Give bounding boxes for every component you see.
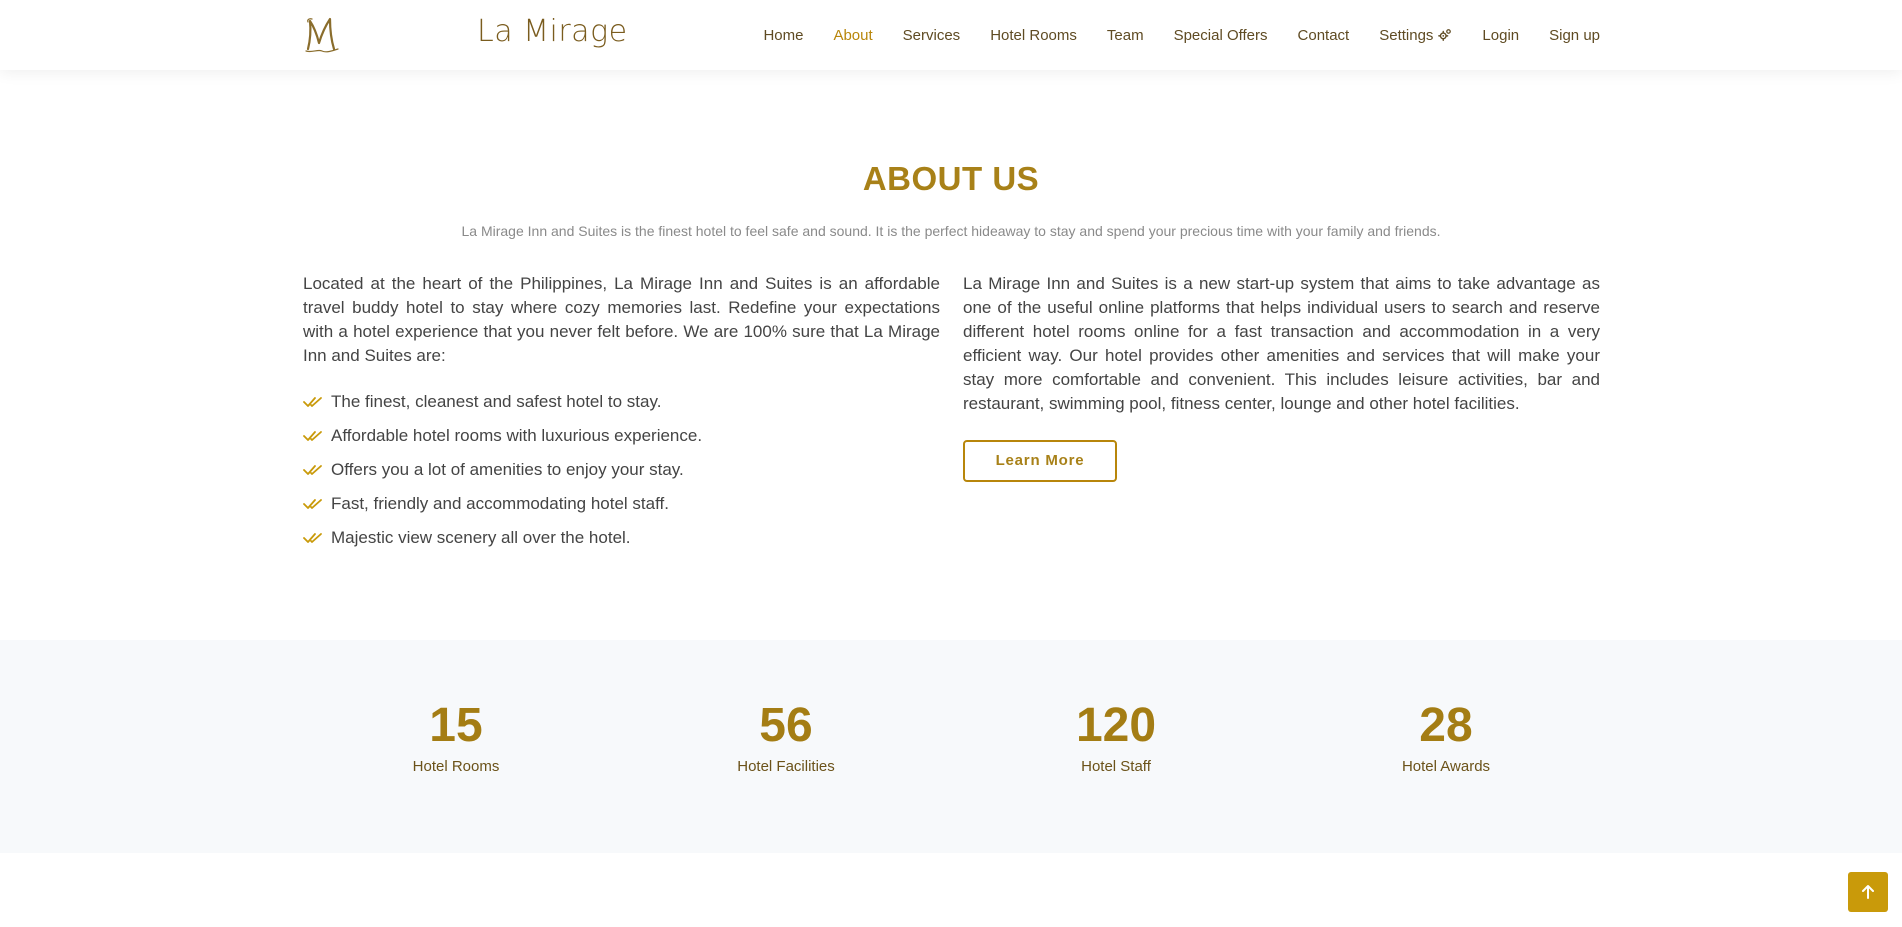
list-item-text: Fast, friendly and accommodating hotel s…	[331, 494, 669, 513]
about-left-paragraph: Located at the heart of the Philippines,…	[303, 274, 940, 365]
nav-hotel-rooms-label: Hotel Rooms	[990, 26, 1077, 44]
nav-about[interactable]: About	[833, 27, 872, 44]
list-item-text: Affordable hotel rooms with luxurious ex…	[331, 426, 703, 445]
nav-special-offers[interactable]: Special Offers	[1174, 27, 1268, 44]
count-label: Hotel Facilities	[737, 758, 835, 775]
list-item: The finest, cleanest and safest hotel to…	[303, 385, 940, 419]
count-hotel-facilities: 56 Hotel Facilities	[666, 698, 906, 775]
list-item: Affordable hotel rooms with luxurious ex…	[303, 419, 940, 453]
nav-services-label: Services	[902, 26, 961, 44]
about-right-paragraph: La Mirage Inn and Suites is a new start-…	[963, 274, 1600, 413]
nav-settings-label: Settings	[1379, 26, 1434, 44]
list-item: Majestic view scenery all over the hotel…	[303, 521, 940, 555]
about-right-column: La Mirage Inn and Suites is a new start-…	[963, 272, 1600, 482]
nav-contact[interactable]: Contact	[1298, 27, 1350, 44]
nav-home-label: Home	[763, 26, 804, 44]
count-hotel-rooms: 15 Hotel Rooms	[336, 698, 576, 775]
brand-name[interactable]: La Mirage	[477, 14, 628, 49]
nav-contact-label: Contact	[1297, 26, 1350, 44]
nav-home[interactable]: Home	[763, 27, 803, 44]
list-item: Offers you a lot of amenities to enjoy y…	[303, 453, 940, 487]
count-label: Hotel Rooms	[412, 758, 500, 775]
nav-login-label: Login	[1482, 26, 1520, 44]
count-number: 28	[1419, 699, 1473, 752]
about-title: ABOUT US	[862, 160, 1040, 197]
nav-sign-up[interactable]: Sign up	[1549, 27, 1600, 44]
nav-about-label: About	[833, 26, 873, 44]
double-check-icon	[303, 397, 322, 407]
double-check-icon	[303, 431, 322, 441]
nav-team-label: Team	[1106, 26, 1144, 44]
count-hotel-awards: 28 Hotel Awards	[1326, 698, 1566, 775]
nav-hotel-rooms[interactable]: Hotel Rooms	[990, 27, 1077, 44]
double-check-icon	[303, 499, 322, 509]
double-check-icon	[303, 533, 322, 543]
nav-login[interactable]: Login	[1482, 27, 1519, 44]
nav-team[interactable]: Team	[1107, 27, 1144, 44]
count-number: 56	[759, 699, 813, 752]
nav-services[interactable]: Services	[903, 27, 961, 44]
about-left-column: Located at the heart of the Philippines,…	[303, 272, 940, 555]
count-label: Hotel Awards	[1401, 758, 1491, 775]
list-item-text: Offers you a lot of amenities to enjoy y…	[331, 460, 684, 479]
list-item-text: The finest, cleanest and safest hotel to…	[331, 392, 662, 411]
about-subtitle: La Mirage Inn and Suites is the finest h…	[461, 223, 1441, 239]
features-list: The finest, cleanest and safest hotel to…	[303, 385, 940, 555]
nav-sign-up-label: Sign up	[1549, 26, 1600, 44]
main-nav: Home About Services Hotel Rooms Team Spe…	[763, 0, 1600, 70]
m-monogram-logo-icon[interactable]	[300, 13, 344, 57]
list-item-text: Majestic view scenery all over the hotel…	[331, 528, 631, 547]
list-item: Fast, friendly and accommodating hotel s…	[303, 487, 940, 521]
count-hotel-staff: 120 Hotel Staff	[996, 698, 1236, 775]
nav-special-offers-label: Special Offers	[1173, 26, 1268, 44]
site-header: La Mirage Home About Services Hotel Room…	[0, 0, 1902, 70]
gears-icon	[1438, 29, 1452, 41]
count-number: 120	[1075, 699, 1157, 752]
arrow-up-icon	[1862, 885, 1874, 899]
counts-section: 15 Hotel Rooms 56 Hotel Facilities 120 H…	[0, 640, 1902, 853]
back-to-top-button[interactable]	[1848, 872, 1888, 912]
count-label: Hotel Staff	[1081, 758, 1151, 775]
learn-more-button[interactable]: Learn More	[963, 440, 1117, 482]
nav-settings[interactable]: Settings	[1379, 27, 1452, 44]
double-check-icon	[303, 465, 322, 475]
count-number: 15	[429, 699, 483, 752]
